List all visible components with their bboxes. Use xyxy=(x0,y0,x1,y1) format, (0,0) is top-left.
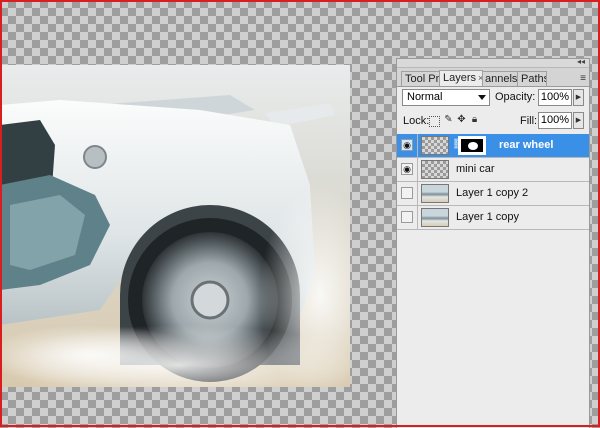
tab-label: annels xyxy=(485,73,518,85)
layer-name[interactable]: rear wheel xyxy=(499,139,553,151)
eye-icon[interactable]: ◉ xyxy=(401,139,413,151)
fill-input[interactable]: 100% xyxy=(538,112,572,129)
layer-name[interactable]: Layer 1 copy xyxy=(456,211,519,223)
divider xyxy=(417,182,418,205)
divider xyxy=(417,158,418,181)
layer-row-layer-1-copy[interactable]: Layer 1 copy xyxy=(397,206,589,230)
lock-all-icon[interactable]: 🔒︎ xyxy=(469,114,480,126)
tab-paths[interactable]: Paths xyxy=(517,71,547,86)
opacity-label: Opacity: xyxy=(495,91,536,103)
tab-label: Layers xyxy=(443,72,477,84)
tab-tool-presets[interactable]: Tool Pr xyxy=(401,71,441,86)
layer-thumbnail xyxy=(421,184,449,203)
visibility-toggle[interactable] xyxy=(401,211,413,223)
close-icon[interactable]: × xyxy=(478,73,482,83)
canvas-image[interactable] xyxy=(0,65,350,387)
tab-layers[interactable]: Layers × xyxy=(439,70,483,86)
lock-fill-row: Lock: ✎ ✥ 🔒︎ Fill: 100% ▶ xyxy=(401,111,585,133)
blend-mode-select[interactable]: Normal xyxy=(402,89,490,106)
layer-name[interactable]: mini car xyxy=(456,163,495,175)
blend-mode-value: Normal xyxy=(407,91,443,103)
car-artwork xyxy=(0,65,350,387)
layer-thumbnail xyxy=(421,208,449,227)
play-right-icon: ▶ xyxy=(575,117,582,124)
layers-list: ◉ ⛓ rear wheel ◉ mini car Layer 1 copy 2… xyxy=(397,134,589,230)
divider xyxy=(417,206,418,229)
layer-mask-thumbnail[interactable] xyxy=(458,136,486,155)
lock-image-pixels-icon[interactable]: ✎ xyxy=(443,114,454,126)
tab-channels[interactable]: annels xyxy=(481,71,518,86)
fill-slider-button[interactable]: ▶ xyxy=(573,112,584,129)
divider xyxy=(417,134,418,157)
collapse-arrows-icon[interactable]: ◂◂ xyxy=(577,58,585,66)
lock-position-icon[interactable]: ✥ xyxy=(456,114,467,126)
layer-row-mini-car[interactable]: ◉ mini car xyxy=(397,158,589,182)
opacity-input[interactable]: 100% xyxy=(538,89,572,106)
play-right-icon: ▶ xyxy=(575,94,582,101)
panel-tabs: Tool Pr Layers × annels Paths ≡ xyxy=(397,68,589,87)
layer-row-rear-wheel[interactable]: ◉ ⛓ rear wheel xyxy=(397,134,589,158)
lock-transparent-pixels-icon[interactable] xyxy=(429,116,440,127)
fill-value: 100% xyxy=(540,114,570,126)
panel-title-bar[interactable]: ◂◂ xyxy=(397,58,589,68)
layer-row-layer-1-copy-2[interactable]: Layer 1 copy 2 xyxy=(397,182,589,206)
lock-label: Lock: xyxy=(403,115,430,127)
blend-opacity-row: Normal Opacity: 100% ▶ xyxy=(401,88,585,110)
layers-panel: ◂◂ Tool Pr Layers × annels Paths ≡ Normal… xyxy=(396,58,590,428)
tab-label: Tool Pr xyxy=(405,73,440,85)
chevron-down-icon xyxy=(478,95,486,100)
opacity-value: 100% xyxy=(540,91,570,103)
tab-label: Paths xyxy=(521,73,547,85)
layer-thumbnail xyxy=(421,136,449,155)
opacity-slider-button[interactable]: ▶ xyxy=(573,89,584,106)
eye-icon[interactable]: ◉ xyxy=(401,163,413,175)
panel-menu-icon[interactable]: ≡ xyxy=(580,73,586,84)
visibility-toggle[interactable] xyxy=(401,187,413,199)
layer-name[interactable]: Layer 1 copy 2 xyxy=(456,187,528,199)
fill-label: Fill: xyxy=(520,115,538,127)
layer-thumbnail xyxy=(421,160,449,179)
